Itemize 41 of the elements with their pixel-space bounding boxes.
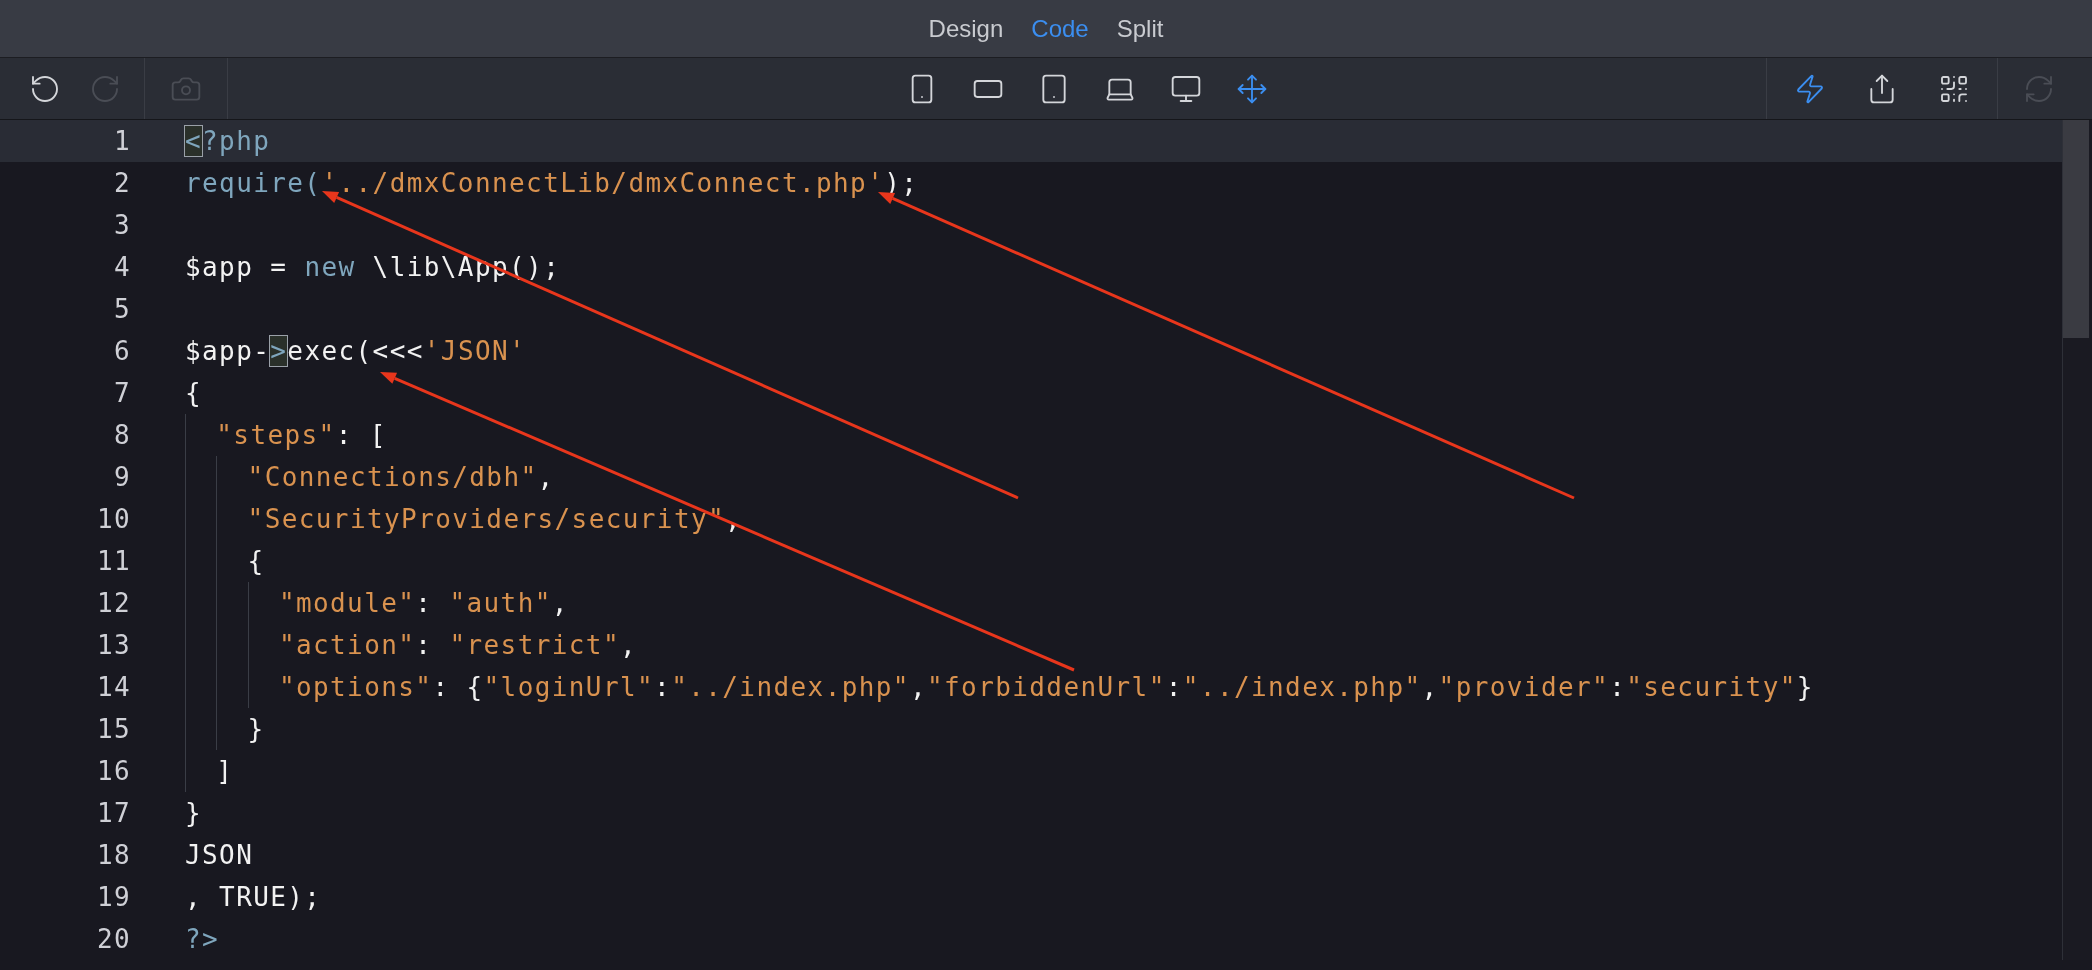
code-line: , TRUE); (185, 880, 322, 914)
code-line: "action": "restrict", (185, 624, 638, 666)
line-number: 3 (112, 208, 132, 242)
code-line: "steps": [ (185, 414, 387, 456)
code-line: { (185, 540, 265, 582)
line-number: 11 (95, 544, 132, 578)
line-number: 7 (112, 376, 132, 410)
lightning-icon (1794, 72, 1826, 105)
line-number: 9 (112, 460, 132, 494)
scrollbar-thumb[interactable] (2063, 120, 2089, 338)
view-tab[interactable]: Split (1116, 10, 1164, 47)
code-line: ] (185, 750, 234, 792)
line-number: 15 (95, 712, 132, 746)
line-number: 16 (95, 754, 132, 788)
code-line: "Connections/dbh", (185, 456, 555, 498)
line-number: 18 (95, 838, 132, 872)
code-line: } (185, 708, 265, 750)
line-number: 17 (95, 796, 132, 830)
line-number: 8 (112, 418, 132, 452)
line-number: 10 (95, 502, 132, 536)
code-line: ?> (185, 922, 220, 956)
line-number: 6 (112, 334, 132, 368)
line-number: 4 (112, 250, 132, 284)
line-number: 2 (112, 166, 132, 200)
line-number: 1 (112, 124, 132, 158)
move-arrows-icon (1236, 72, 1268, 105)
line-number: 12 (95, 586, 132, 620)
code-line: "module": "auth", (185, 582, 569, 624)
code-line: "SecurityProviders/security", (185, 498, 743, 540)
line-number: 20 (95, 922, 132, 956)
line-number: 5 (112, 292, 132, 326)
line-number: 19 (95, 880, 132, 914)
view-tab[interactable]: Design (928, 10, 1004, 47)
code-line: $app->exec(<<<'JSON' (185, 334, 527, 368)
line-number: 13 (95, 628, 132, 662)
code-line: } (185, 796, 203, 830)
code-line: <?php (185, 124, 271, 158)
code-line: { (185, 376, 203, 410)
code-line: JSON (185, 838, 254, 872)
line-number: 14 (95, 670, 132, 704)
code-line: "options": {"loginUrl":"../index.php","forbiddenUrl":"../index.php","provider":"security"} (185, 666, 1814, 708)
